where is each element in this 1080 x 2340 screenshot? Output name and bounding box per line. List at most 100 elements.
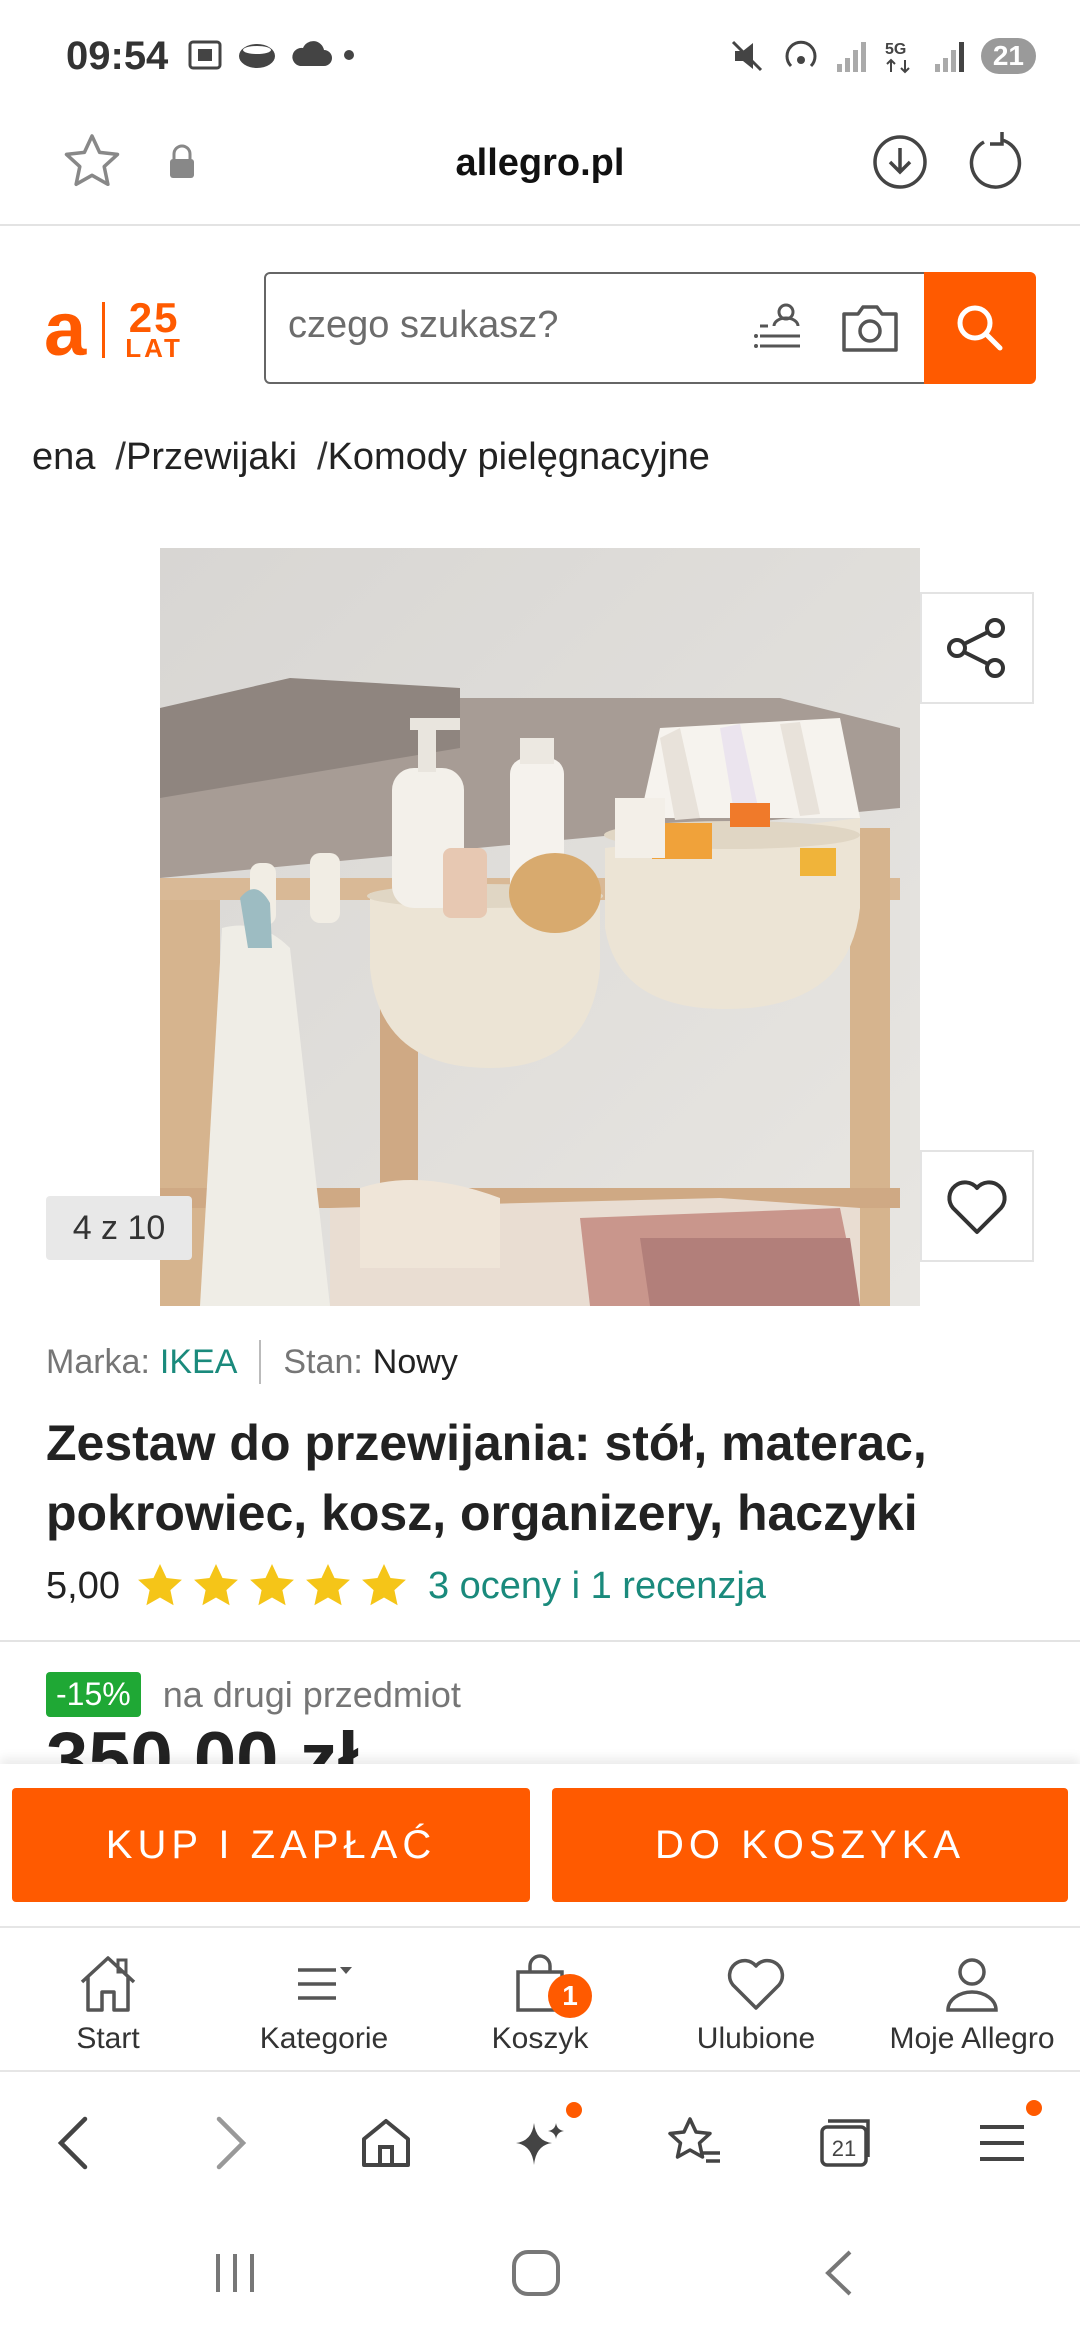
logo-letter: a (44, 287, 87, 372)
product-image[interactable] (160, 548, 920, 1306)
notification-dot (566, 2102, 582, 2118)
notification-dot (344, 50, 354, 60)
breadcrumb-item[interactable]: Przewijaki (126, 436, 297, 478)
product-rating: 5,00 3 oceny i 1 recenzja (46, 1560, 766, 1612)
breadcrumb: ena/Przewijaki/Komody pielęgnacyjne (32, 436, 710, 479)
logo-anniversary: 25 LAT (125, 294, 183, 364)
breadcrumb-separator: / (317, 436, 328, 478)
section-divider (0, 1640, 1080, 1642)
forward-icon[interactable] (190, 2108, 270, 2178)
bookmarks-icon[interactable] (654, 2108, 734, 2178)
search-filter-icon[interactable] (750, 298, 810, 363)
reviews-link[interactable]: 3 oceny i 1 recenzja (428, 1565, 766, 1608)
nav-label: Kategorie (259, 2022, 389, 2055)
hotspot-icon (785, 40, 817, 68)
rating-stars (134, 1560, 410, 1612)
star-icon (362, 1564, 406, 1606)
breadcrumb-item[interactable]: Komody pielęgnacyjne (328, 436, 710, 478)
browser-toolbar: 21 (0, 2072, 1080, 2206)
cloud-icon (292, 41, 332, 66)
promo-text: na drugi przedmiot (162, 1673, 461, 1715)
browser-menu-icon[interactable] (962, 2100, 1042, 2178)
site-header: a 25 LAT (0, 226, 1080, 426)
gallery-counter: 4 z 10 (46, 1196, 192, 1260)
camera-search-icon[interactable] (838, 298, 902, 363)
mute-icon (731, 40, 762, 72)
5g-icon: 5G (885, 41, 910, 74)
system-nav-bar (0, 2206, 1080, 2340)
allegro-logo[interactable]: a 25 LAT (44, 292, 183, 368)
condition-value: Nowy (372, 1342, 458, 1381)
star-icon (138, 1564, 182, 1606)
search-button[interactable] (924, 272, 1036, 384)
cloud-sync-icon (239, 44, 275, 68)
status-right-icons: 5G 21 (727, 36, 1036, 76)
signal-icon (836, 42, 866, 72)
search-box (264, 272, 926, 384)
star-icon (306, 1564, 350, 1606)
nav-item-ulubione[interactable]: Ulubione (648, 1946, 864, 2056)
price-partial: 350,00 zł (46, 1722, 359, 1764)
battery-indicator: 21 (980, 38, 1036, 74)
price-value: 350,00 zł (46, 1722, 359, 1764)
svg-text:5G: 5G (885, 41, 906, 58)
screenshot-icon (188, 40, 222, 70)
nav-label: Koszyk (491, 2022, 589, 2055)
signal-icon-2 (934, 42, 964, 72)
nav-item-moje-allegro[interactable]: Moje Allegro (864, 1946, 1080, 2056)
nav-item-start[interactable]: Start (0, 1946, 216, 2056)
product-meta: Marka: IKEA Stan: Nowy (46, 1340, 458, 1384)
logo-separator (102, 302, 106, 358)
search-icon (957, 305, 1003, 351)
heart-icon (947, 1180, 1007, 1234)
product-photo-illustration (160, 548, 920, 1306)
share-icon (947, 618, 1005, 678)
status-bar: 09:54 5G 21 (0, 0, 1080, 118)
add-to-cart-button[interactable]: DO KOSZYKA (552, 1788, 1068, 1902)
nav-item-koszyk[interactable]: 1 Koszyk (432, 1946, 648, 2056)
browser-address-bar: allegro.pl (0, 118, 1080, 226)
reload-icon[interactable] (962, 130, 1026, 199)
cart-count-badge: 1 (548, 1974, 592, 2018)
nav-label: Ulubione (696, 2022, 816, 2055)
meta-separator (259, 1340, 262, 1384)
heart-icon (727, 1958, 785, 2010)
share-button[interactable] (920, 592, 1034, 704)
condition-label: Stan: (283, 1342, 363, 1381)
home-button-icon[interactable] (508, 2246, 564, 2305)
home-icon[interactable] (346, 2108, 426, 2178)
buy-now-button[interactable]: KUP I ZAPŁAĆ (12, 1788, 530, 1902)
logo-years: 25 (128, 294, 180, 342)
sparkle-icon[interactable] (500, 2102, 582, 2178)
action-bar: KUP I ZAPŁAĆ DO KOSZYKA (0, 1764, 1080, 1926)
nav-label: Moje Allegro (889, 2022, 1055, 2055)
download-icon[interactable] (868, 130, 932, 199)
notification-dot (1026, 2100, 1042, 2116)
tabs-count: 21 (832, 2136, 856, 2161)
favorite-button[interactable] (920, 1150, 1034, 1262)
nav-label: Start (76, 2022, 140, 2055)
search-input[interactable] (288, 304, 728, 347)
brand-link[interactable]: IKEA (160, 1343, 237, 1382)
tabs-icon[interactable]: 21 (806, 2108, 886, 2178)
nav-item-kategorie[interactable]: Kategorie (216, 1946, 432, 2056)
breadcrumb-item[interactable]: ena (32, 436, 95, 478)
brand-label: Marka: (46, 1342, 150, 1381)
rating-score: 5,00 (46, 1564, 120, 1607)
promo-badge: -15% (46, 1672, 141, 1717)
logo-years-label: LAT (125, 333, 183, 364)
back-icon[interactable] (34, 2108, 114, 2178)
status-left-icons (186, 36, 354, 74)
home-icon (80, 1956, 136, 2012)
star-icon (194, 1564, 238, 1606)
star-icon (250, 1564, 294, 1606)
system-back-icon[interactable] (816, 2246, 866, 2305)
app-bottom-nav: Start Kategorie 1 Koszyk Ulubione Moje A… (0, 1926, 1080, 2072)
menu-icon (298, 1967, 352, 2000)
user-icon (946, 1958, 998, 2012)
breadcrumb-separator: / (115, 436, 126, 478)
product-title: Zestaw do przewijania: stół, materac, po… (46, 1415, 927, 1541)
status-time: 09:54 (66, 34, 169, 78)
promo-row: -15% na drugi przedmiot (46, 1672, 461, 1717)
recent-apps-icon[interactable] (210, 2246, 260, 2305)
